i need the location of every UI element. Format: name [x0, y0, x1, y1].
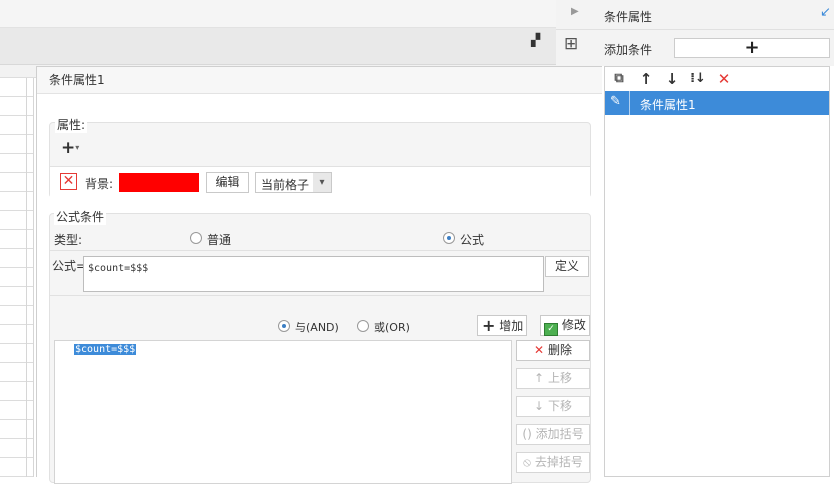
panel-sidebar: ⊞	[556, 30, 594, 66]
format-painter-icon[interactable]: ▞	[531, 33, 540, 47]
pencil-icon: ✎	[610, 94, 621, 109]
collapse-arrow-icon[interactable]: ▶	[571, 6, 579, 17]
sheet-grid[interactable]	[0, 78, 34, 477]
copy-icon[interactable]: ⧉	[609, 70, 629, 88]
formula-section-label: 公式条件	[54, 208, 107, 225]
chevron-down-icon: ▾	[313, 173, 331, 192]
remove-attribute-button[interactable]: ✕	[60, 173, 77, 190]
formula-row: 公式= $count=$$$ 定义	[50, 250, 590, 296]
delete-icon[interactable]: ✕	[714, 70, 734, 88]
edit-button[interactable]: 编辑	[206, 172, 249, 193]
add-button[interactable]: + 增加	[477, 315, 527, 336]
app-top-strip	[0, 0, 556, 28]
add-condition-button[interactable]: +	[674, 38, 830, 58]
radio-normal-label: 普通	[207, 233, 232, 247]
sort-down-icon[interactable]: ⁞↓	[688, 70, 708, 88]
arrow-down-icon: ↓	[534, 399, 545, 413]
move-down-button[interactable]: ↓ 下移	[516, 396, 590, 417]
type-label: 类型:	[54, 233, 83, 247]
add-button-label: 增加	[499, 319, 524, 333]
modify-icon: ✓	[544, 323, 558, 336]
close-icon: ✕	[62, 173, 75, 189]
condition-dialog: 条件属性1 属性: +▾ ✕ 背景: 编辑 当前格子 ▾ 公式条件 类型: 普通…	[36, 66, 602, 484]
list-item-label: 条件属性1	[640, 98, 696, 112]
scope-select[interactable]: 当前格子 ▾	[255, 172, 332, 193]
radio-formula[interactable]	[443, 232, 455, 244]
formula-input[interactable]: $count=$$$	[83, 256, 544, 292]
radio-and-label: 与(AND)	[295, 321, 339, 334]
expand-icon[interactable]: ↙	[820, 5, 831, 20]
define-button[interactable]: 定义	[545, 256, 589, 277]
delete-button[interactable]: ✕ 删除	[516, 340, 590, 361]
plus-icon: +	[744, 37, 760, 58]
condition-list[interactable]: ⧉ ↑ ↓ ⁞↓ ✕ ✎ 条件属性1	[604, 66, 830, 477]
arrow-up-icon[interactable]: ↑	[636, 70, 656, 88]
add-attribute-button[interactable]: +▾	[61, 140, 91, 158]
dialog-title: 条件属性1	[37, 67, 602, 94]
remove-bracket-icon: ⦸	[523, 455, 531, 469]
attribute-section: 属性: +▾ ✕ 背景: 编辑 当前格子 ▾	[49, 116, 591, 198]
radio-or[interactable]	[357, 320, 369, 332]
delete-icon: ✕	[534, 343, 545, 357]
chevron-down-icon: ▾	[75, 143, 80, 152]
move-down-button-label: 下移	[547, 399, 572, 413]
move-up-button[interactable]: ↑ 上移	[516, 368, 590, 389]
add-bracket-button[interactable]: () 添加括号	[516, 424, 590, 445]
formula-section: 公式条件 类型: 普通 公式 公式= $count=$$$ 定义 与(AND) …	[49, 208, 591, 484]
radio-formula-label: 公式	[460, 233, 485, 247]
condition-panel-header: ▶ 条件属性 ↙	[556, 0, 834, 30]
scope-value: 当前格子	[261, 178, 310, 192]
attribute-section-label: 属性:	[55, 116, 88, 133]
add-condition-label: 添加条件	[604, 43, 653, 57]
add-condition-row: 添加条件 +	[594, 30, 834, 66]
plus-icon: +	[61, 138, 76, 158]
pencil-divider	[629, 91, 630, 115]
condition-expression-list[interactable]: $count=$$$	[54, 340, 512, 484]
radio-or-label: 或(OR)	[374, 321, 410, 334]
remove-bracket-button[interactable]: ⦸ 去掉括号	[516, 452, 590, 473]
condition-expression[interactable]: $count=$$$	[74, 344, 137, 355]
arrow-up-icon: ↑	[534, 371, 545, 385]
plus-icon: +	[482, 316, 496, 335]
modify-button[interactable]: ✓ 修改	[540, 315, 590, 336]
attribute-row: ✕ 背景: 编辑 当前格子 ▾	[50, 166, 590, 198]
modify-button-label: 修改	[561, 318, 586, 332]
background-color-swatch	[119, 173, 199, 192]
radio-and[interactable]	[278, 320, 290, 332]
panel-title: 条件属性	[604, 10, 653, 24]
add-bracket-button-label: 添加括号	[535, 427, 584, 441]
formula-label: 公式=	[52, 259, 87, 273]
delete-button-label: 删除	[547, 343, 572, 357]
arrow-down-icon[interactable]: ↓	[662, 70, 682, 88]
list-item[interactable]: ✎ 条件属性1	[605, 91, 829, 115]
radio-normal[interactable]	[190, 232, 202, 244]
remove-bracket-button-label: 去掉括号	[534, 455, 583, 469]
sheet-grid-line	[26, 78, 27, 477]
app-toolbar: ▞	[0, 28, 556, 65]
cell-attribute-icon[interactable]: ⊞	[564, 34, 578, 54]
attribute-name: 背景:	[85, 177, 114, 191]
bracket-icon: ()	[522, 427, 532, 441]
move-up-button-label: 上移	[547, 371, 572, 385]
